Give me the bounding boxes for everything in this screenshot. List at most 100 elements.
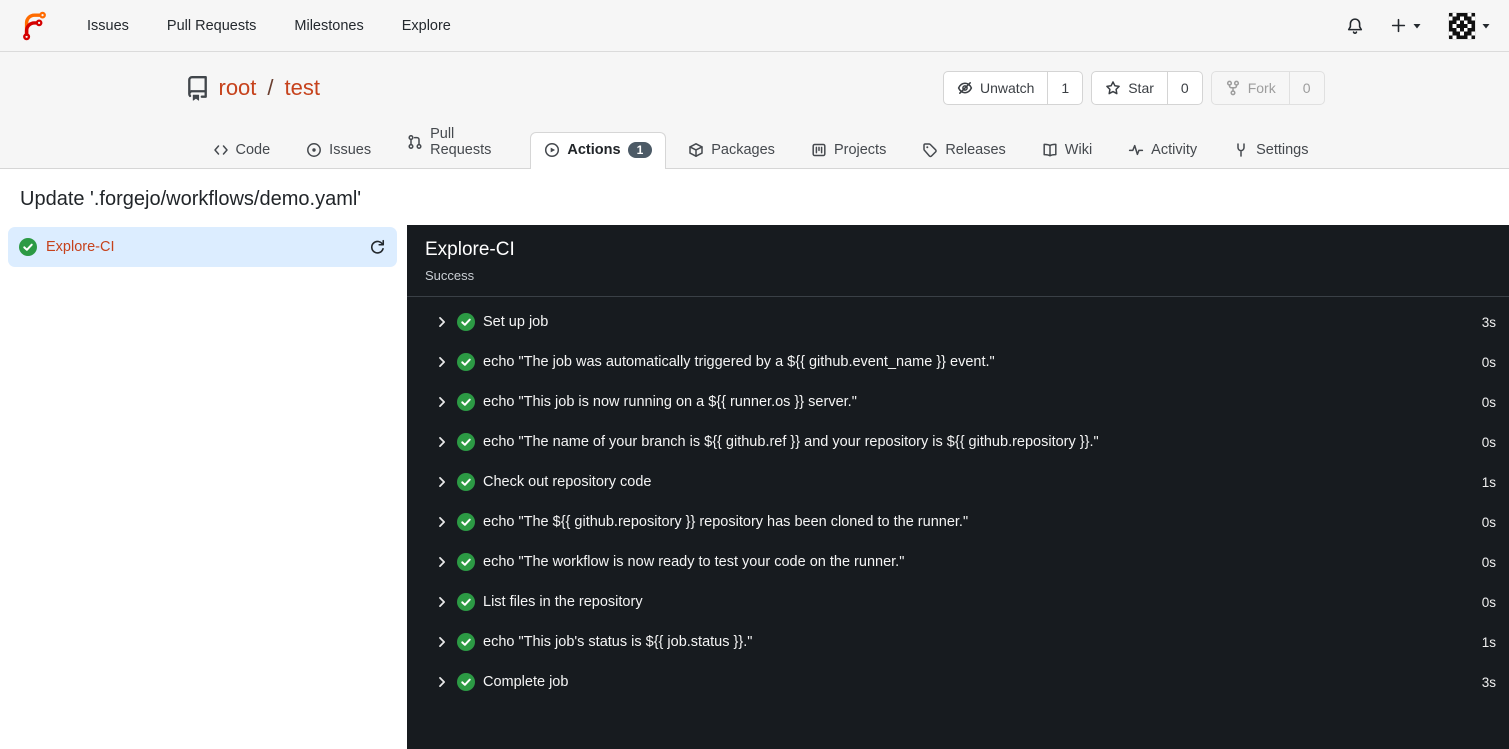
step-duration: 0s bbox=[1481, 434, 1496, 450]
chevron-right-icon bbox=[434, 594, 450, 610]
step-name: echo "The ${{ github.repository }} repos… bbox=[483, 514, 969, 530]
chevron-down-icon bbox=[1481, 21, 1491, 31]
repo-icon bbox=[185, 75, 210, 101]
jobs-sidebar: Explore-CI bbox=[0, 225, 407, 749]
repo-name-link[interactable]: test bbox=[285, 75, 320, 101]
job-log-header: Explore-CI Success bbox=[407, 225, 1509, 297]
tab-projects[interactable]: Projects bbox=[797, 132, 900, 169]
step-row[interactable]: Check out repository code 1s bbox=[407, 462, 1509, 502]
chevron-down-icon bbox=[1412, 21, 1422, 31]
tab-code[interactable]: Code bbox=[199, 132, 285, 169]
navbar-item-explore[interactable]: Explore bbox=[402, 18, 451, 34]
success-check-icon bbox=[19, 238, 37, 256]
tab-label: Releases bbox=[945, 142, 1006, 158]
tab-pull-requests[interactable]: Pull Requests bbox=[393, 116, 522, 169]
tab-label: Packages bbox=[711, 142, 775, 158]
top-navbar: Issues Pull Requests Milestones Explore bbox=[0, 0, 1509, 52]
project-board-icon bbox=[811, 142, 827, 158]
step-duration: 0s bbox=[1481, 554, 1496, 570]
forgejo-logo[interactable] bbox=[18, 10, 49, 41]
step-name: echo "This job's status is ${{ job.statu… bbox=[483, 634, 753, 650]
fork-icon bbox=[1225, 80, 1241, 96]
success-check-icon bbox=[457, 633, 475, 651]
run-page: Update '.forgejo/workflows/demo.yaml' Ex… bbox=[0, 169, 1509, 749]
chevron-right-icon bbox=[434, 634, 450, 650]
unwatch-button[interactable]: Unwatch bbox=[944, 72, 1047, 104]
step-duration: 1s bbox=[1481, 474, 1496, 490]
job-name-link[interactable]: Explore-CI bbox=[46, 239, 115, 255]
fork-button[interactable]: Fork bbox=[1212, 72, 1289, 104]
success-check-icon bbox=[457, 553, 475, 571]
step-row[interactable]: Complete job 3s bbox=[407, 662, 1509, 702]
repo-header: root / test Unwatch 1 Star 0 Fork 0 Code Issue… bbox=[0, 52, 1509, 169]
tab-activity[interactable]: Activity bbox=[1114, 132, 1211, 169]
step-name: echo "The name of your branch is ${{ git… bbox=[483, 434, 1099, 450]
chevron-right-icon bbox=[434, 554, 450, 570]
step-row[interactable]: echo "The job was automatically triggere… bbox=[407, 342, 1509, 382]
success-check-icon bbox=[457, 593, 475, 611]
chevron-right-icon bbox=[434, 394, 450, 410]
job-item-explore-ci[interactable]: Explore-CI bbox=[8, 227, 397, 267]
unwatch-label: Unwatch bbox=[979, 80, 1035, 96]
star-count[interactable]: 0 bbox=[1166, 72, 1202, 104]
tab-label: Issues bbox=[329, 142, 372, 158]
step-row[interactable]: echo "This job is now running on a ${{ r… bbox=[407, 382, 1509, 422]
create-new-menu[interactable] bbox=[1390, 17, 1422, 34]
navbar-item-milestones[interactable]: Milestones bbox=[294, 18, 363, 34]
step-row[interactable]: echo "The ${{ github.repository }} repos… bbox=[407, 502, 1509, 542]
repo-separator: / bbox=[267, 75, 274, 100]
fork-button-group: Fork 0 bbox=[1210, 71, 1325, 105]
repo-owner-link[interactable]: root bbox=[219, 75, 257, 101]
tab-count-badge: 1 bbox=[627, 142, 653, 158]
tab-label: Projects bbox=[833, 142, 887, 158]
step-duration: 0s bbox=[1481, 514, 1496, 530]
tab-issues[interactable]: Issues bbox=[292, 132, 385, 169]
step-duration: 0s bbox=[1481, 594, 1496, 610]
tab-label: Settings bbox=[1256, 142, 1309, 158]
step-name: echo "The job was automatically triggere… bbox=[483, 354, 995, 370]
user-menu[interactable] bbox=[1448, 11, 1491, 40]
job-log-title: Explore-CI bbox=[425, 239, 515, 260]
chevron-right-icon bbox=[434, 354, 450, 370]
step-row[interactable]: echo "This job's status is ${{ job.statu… bbox=[407, 622, 1509, 662]
chevron-right-icon bbox=[434, 474, 450, 490]
step-row[interactable]: Set up job 3s bbox=[407, 302, 1509, 342]
success-check-icon bbox=[457, 353, 475, 371]
success-check-icon bbox=[457, 393, 475, 411]
tab-packages[interactable]: Packages bbox=[674, 132, 789, 169]
success-check-icon bbox=[457, 313, 475, 331]
plus-icon bbox=[1390, 17, 1407, 34]
step-name: Check out repository code bbox=[483, 474, 652, 490]
tab-releases[interactable]: Releases bbox=[908, 132, 1019, 169]
step-name: Set up job bbox=[483, 314, 549, 330]
step-row[interactable]: List files in the repository 0s bbox=[407, 582, 1509, 622]
fork-label: Fork bbox=[1247, 80, 1276, 96]
navbar-item-issues[interactable]: Issues bbox=[87, 18, 129, 34]
step-name: List files in the repository bbox=[483, 594, 643, 610]
tab-wiki[interactable]: Wiki bbox=[1028, 132, 1106, 169]
tab-settings[interactable]: Settings bbox=[1219, 132, 1322, 169]
tool-icon bbox=[1233, 142, 1249, 158]
unwatch-count[interactable]: 1 bbox=[1047, 72, 1082, 104]
tab-actions[interactable]: Actions 1 bbox=[530, 132, 667, 169]
step-row[interactable]: echo "The workflow is now ready to test … bbox=[407, 542, 1509, 582]
star-button[interactable]: Star bbox=[1092, 72, 1167, 104]
navbar-item-pull-requests[interactable]: Pull Requests bbox=[167, 18, 256, 34]
success-check-icon bbox=[457, 473, 475, 491]
fork-count[interactable]: 0 bbox=[1288, 72, 1324, 104]
book-icon bbox=[1042, 142, 1058, 158]
step-row[interactable]: echo "The name of your branch is ${{ git… bbox=[407, 422, 1509, 462]
avatar-identicon bbox=[1448, 11, 1476, 40]
tab-label: Wiki bbox=[1064, 142, 1093, 158]
chevron-right-icon bbox=[434, 514, 450, 530]
notifications-button[interactable] bbox=[1346, 17, 1364, 35]
step-duration: 0s bbox=[1481, 394, 1496, 410]
step-duration: 3s bbox=[1481, 674, 1496, 690]
job-log-panel: Explore-CI Success Set up job 3s echo "The… bbox=[407, 225, 1509, 749]
pull-request-icon bbox=[407, 134, 423, 150]
rerun-job-icon[interactable] bbox=[369, 239, 386, 256]
chevron-right-icon bbox=[434, 434, 450, 450]
step-name: echo "This job is now running on a ${{ r… bbox=[483, 394, 857, 410]
tab-label: Activity bbox=[1151, 142, 1198, 158]
tab-label: Pull Requests bbox=[430, 126, 492, 158]
